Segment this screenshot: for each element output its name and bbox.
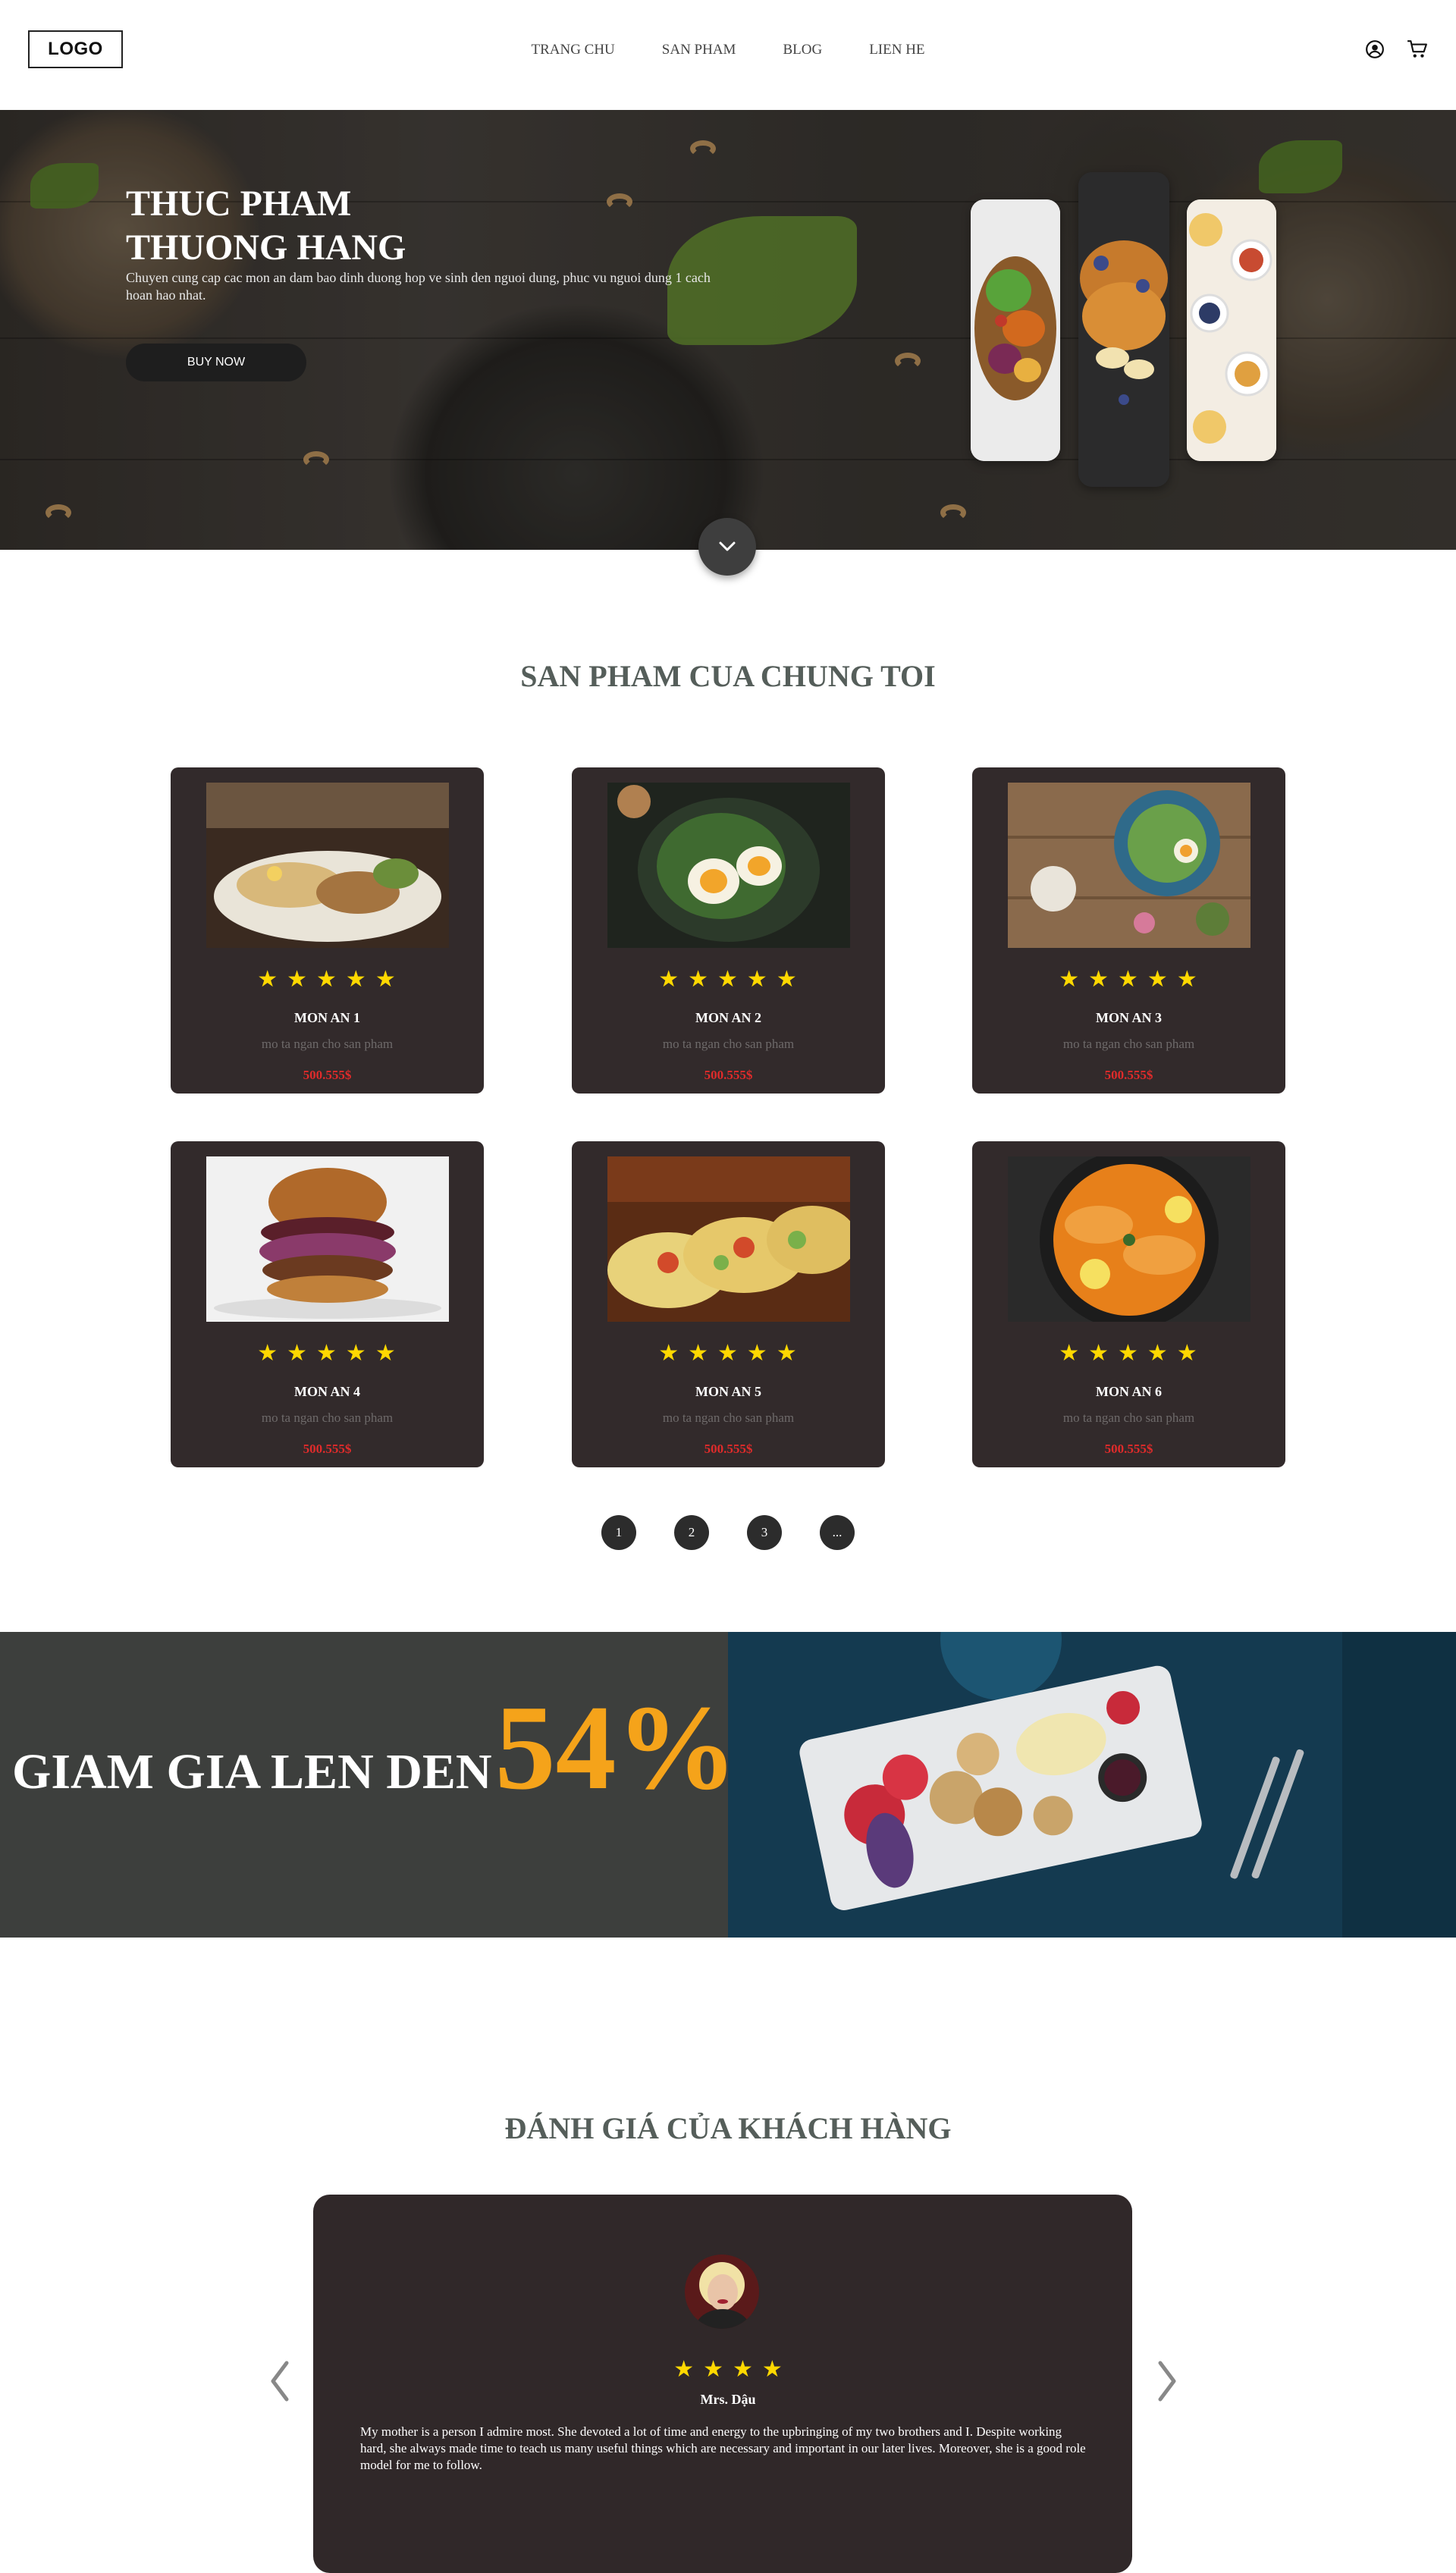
cart-icon[interactable] (1407, 39, 1428, 59)
chevron-down-icon (719, 541, 736, 551)
product-image (1008, 783, 1250, 948)
product-price: 500.555$ (704, 1442, 753, 1456)
product-rating: ★★★★★ (1059, 966, 1207, 993)
product-price: 500.555$ (704, 1068, 753, 1082)
nav-link-home[interactable]: TRANG CHU (531, 42, 614, 58)
product-rating: ★★★★★ (257, 1340, 405, 1367)
scroll-down-button[interactable] (698, 518, 756, 576)
user-icon[interactable] (1365, 39, 1385, 59)
reviews-section-title: ĐÁNH GIÁ CỦA KHÁCH HÀNG (504, 2111, 952, 2145)
review-card (313, 2195, 1132, 2573)
product-price: 500.555$ (1104, 1442, 1153, 1456)
product-price: 500.555$ (303, 1442, 352, 1456)
product-description: mo ta ngan cho san pham (261, 1037, 394, 1051)
page-button-more[interactable]: ... (820, 1515, 855, 1550)
product-description: mo ta ngan cho san pham (1062, 1410, 1195, 1425)
promo-percent: 54% (494, 1680, 738, 1815)
product-rating: ★★★★★ (257, 966, 405, 993)
product-card[interactable]: ★★★★★ MON AN 5 mo ta ngan cho san pham 5… (572, 1141, 885, 1467)
product-image (206, 1156, 449, 1322)
hero-subtitle: Chuyen cung cap cac mon an dam bao dinh … (126, 270, 711, 303)
product-card[interactable]: ★★★★★ MON AN 2 mo ta ngan cho san pham 5… (572, 767, 885, 1094)
product-image (206, 783, 449, 948)
product-card[interactable]: ★★★★★ MON AN 3 mo ta ngan cho san pham 5… (972, 767, 1285, 1094)
product-name: MON AN 6 (1096, 1384, 1162, 1399)
product-price: 500.555$ (303, 1068, 352, 1082)
promo-headline: GIAM GIA LEN DEN 54% (12, 1677, 738, 1818)
nav-link-products[interactable]: SAN PHAM (662, 42, 736, 58)
hero-title: THUC PHAM THUONG HANG (126, 184, 406, 268)
product-name: MON AN 5 (695, 1384, 761, 1399)
product-name: MON AN 4 (294, 1384, 360, 1399)
product-card[interactable]: ★★★★★ MON AN 4 mo ta ngan cho san pham 5… (171, 1141, 484, 1467)
hero-food-image-2 (1078, 172, 1169, 487)
site-header: LOGO TRANG CHU SAN PHAM BLOG LIEN HE (0, 0, 1456, 110)
product-name: MON AN 3 (1096, 1010, 1162, 1025)
hero-food-image-1 (971, 199, 1060, 461)
product-rating: ★★★★★ (1059, 1340, 1207, 1367)
review-rating: ★★★★ (673, 2356, 792, 2383)
promo-text: GIAM GIA LEN DEN (12, 1744, 492, 1800)
avatar (685, 2255, 759, 2329)
product-image (1008, 1156, 1250, 1322)
product-name: MON AN 1 (294, 1010, 360, 1025)
product-image (607, 783, 850, 948)
product-price: 500.555$ (1104, 1068, 1153, 1082)
product-rating: ★★★★★ (658, 966, 806, 993)
promo-image (728, 1632, 1456, 1938)
hero-banner: THUC PHAM THUONG HANG Chuyen cung cap cac… (0, 110, 1456, 550)
pagination: 1 2 3 ... (0, 1515, 1456, 1550)
product-rating: ★★★★★ (658, 1340, 806, 1367)
product-description: mo ta ngan cho san pham (662, 1410, 795, 1425)
product-description: mo ta ngan cho san pham (261, 1410, 394, 1425)
review-text: My mother is a person I admire most. She… (360, 2424, 1086, 2472)
page-button-3[interactable]: 3 (747, 1515, 782, 1550)
page-button-2[interactable]: 2 (674, 1515, 709, 1550)
nav-link-contact[interactable]: LIEN HE (869, 42, 924, 58)
reviewer-name: Mrs. Dậu (700, 2392, 756, 2407)
product-name: MON AN 2 (695, 1010, 761, 1025)
main-nav: TRANG CHU SAN PHAM BLOG LIEN HE (0, 42, 1456, 58)
product-image (607, 1156, 850, 1322)
nav-link-blog[interactable]: BLOG (783, 42, 822, 58)
product-description: mo ta ngan cho san pham (1062, 1037, 1195, 1051)
product-card[interactable]: ★★★★★ MON AN 1 mo ta ngan cho san pham 5… (171, 767, 484, 1094)
page-button-1[interactable]: 1 (601, 1515, 636, 1550)
products-section-title: SAN PHAM CUA CHUNG TOI (520, 659, 936, 693)
product-card[interactable]: ★★★★★ MON AN 6 mo ta ngan cho san pham 5… (972, 1141, 1285, 1467)
hero-food-image-3 (1187, 199, 1276, 461)
buy-now-button[interactable]: BUY NOW (126, 344, 306, 381)
product-description: mo ta ngan cho san pham (662, 1037, 795, 1051)
